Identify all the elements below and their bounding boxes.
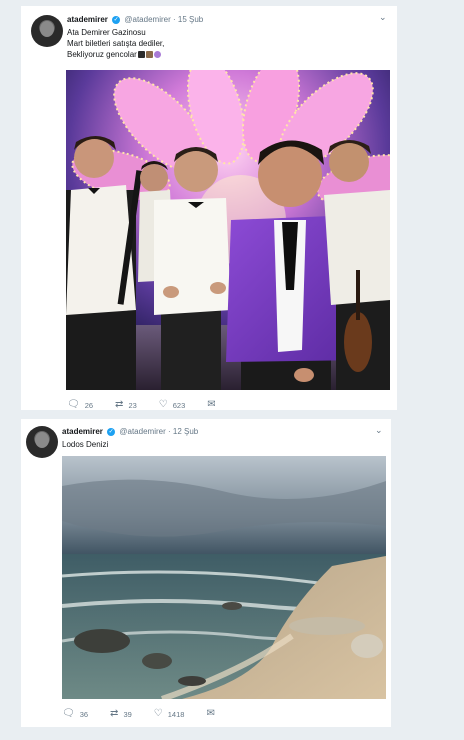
user-handle[interactable]: @atademirer (124, 15, 170, 24)
separator-dot: · (172, 15, 176, 24)
verified-badge-icon: ✓ (107, 427, 116, 436)
like-count: 623 (172, 400, 186, 410)
retweet-count: 23 (128, 400, 137, 410)
retweet-icon: ⇄ (115, 399, 124, 410)
tweet-line: Bekliyoruz gencolar (67, 49, 164, 60)
tweet-text: Ata Demirer Gazinosu Mart biletleri satı… (67, 27, 164, 60)
direct-message-button[interactable]: ✉ (207, 400, 220, 410)
tweet-line: Ata Demirer Gazinosu (67, 28, 146, 37)
heart-icon: ♡ (158, 399, 168, 410)
envelope-icon: ✉ (206, 708, 215, 719)
tweet-date[interactable]: 12 Şub (173, 427, 198, 436)
tweet-photo[interactable] (62, 456, 386, 699)
reply-count: 36 (79, 709, 89, 719)
tweet-date[interactable]: 15 Şub (178, 15, 203, 24)
retweet-button[interactable]: ⇄ 39 (110, 709, 132, 719)
reply-icon: 🗨 (67, 399, 80, 410)
retweet-count: 39 (123, 709, 132, 719)
avatar[interactable] (26, 426, 58, 458)
tweet-text: Lodos Denizi (62, 439, 108, 450)
tweet-card: atademirer ✓ @atademirer · 15 Şub ⌄ Ata … (21, 6, 397, 410)
envelope-icon: ✉ (207, 399, 216, 410)
like-count: 1418 (167, 709, 185, 719)
tweet-card: atademirer ✓ @atademirer · 12 Şub ⌄ Lodo… (21, 419, 391, 727)
retweet-icon: ⇄ (110, 708, 119, 719)
retweet-button[interactable]: ⇄ 23 (115, 400, 137, 410)
tweet-header: atademirer ✓ @atademirer · 15 Şub (67, 15, 203, 24)
tweet-actions: 🗨 26 ⇄ 23 ♡ 623 ✉ (67, 400, 243, 410)
reply-count: 26 (84, 400, 94, 410)
hearts-emoji-icon (153, 51, 161, 59)
display-name[interactable]: atademirer (67, 15, 108, 24)
like-button[interactable]: ♡ 1418 (154, 709, 185, 719)
tweet-actions: 🗨 36 ⇄ 39 ♡ 1418 ✉ (62, 709, 242, 719)
heart-icon: ♡ (153, 708, 163, 719)
avatar[interactable] (31, 15, 63, 47)
tweet-line: Mart biletleri satışta dediler, (67, 39, 165, 48)
reply-button[interactable]: 🗨 26 (67, 400, 93, 410)
reply-button[interactable]: 🗨 36 (62, 709, 88, 719)
tweet-line: Lodos Denizi (62, 440, 109, 449)
user-handle[interactable]: @atademirer (119, 427, 165, 436)
tweet-photo[interactable] (66, 70, 390, 390)
display-name[interactable]: atademirer (62, 427, 103, 436)
chevron-down-icon[interactable]: ⌄ (379, 12, 387, 23)
reply-icon: 🗨 (62, 708, 75, 719)
violin-emoji-icon (145, 51, 153, 59)
direct-message-button[interactable]: ✉ (206, 709, 219, 719)
tweet-header: atademirer ✓ @atademirer · 12 Şub (62, 427, 198, 436)
chevron-down-icon[interactable]: ⌄ (375, 425, 383, 436)
clarinet-emoji-icon (137, 51, 145, 59)
separator-dot: · (167, 427, 171, 436)
tweet-line-text: Bekliyoruz gencolar (67, 50, 137, 59)
like-button[interactable]: ♡ 623 (159, 400, 185, 410)
verified-badge-icon: ✓ (112, 15, 121, 24)
